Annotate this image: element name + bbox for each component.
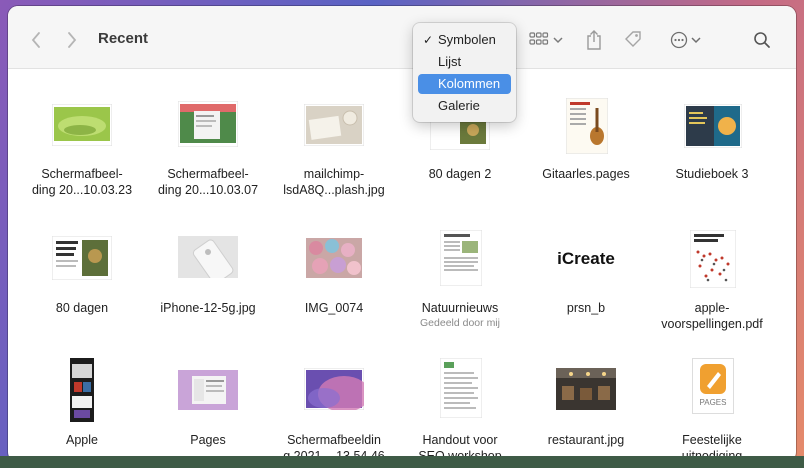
file-name: Schermafbeel-	[41, 167, 123, 181]
screenshot-thumbnail	[52, 104, 112, 146]
grid-view-icon	[529, 32, 549, 45]
chevron-right-icon	[68, 32, 77, 48]
file-item[interactable]: Gitaarles.pages	[524, 68, 648, 198]
file-name: Handout voor	[422, 433, 498, 447]
file-item[interactable]: Pages	[146, 332, 270, 462]
share-button[interactable]	[584, 28, 604, 52]
menu-item-lijst[interactable]: Lijst	[418, 52, 511, 72]
image-thumbnail	[306, 238, 362, 278]
image-thumbnail	[304, 104, 364, 146]
file-item[interactable]: restaurant.jpg	[524, 332, 648, 462]
file-name-line2: lsdA8Q...plash.jpg	[283, 183, 385, 197]
file-item[interactable]: Schermafbeeldin g 2021-...13.54.46	[272, 332, 396, 462]
file-item[interactable]: Handout voor SEO workshop	[398, 332, 522, 462]
chevron-down-icon	[690, 37, 701, 44]
document-thumbnail	[440, 230, 482, 286]
pen-icon	[707, 372, 721, 389]
ellipsis-circle-icon	[670, 31, 687, 49]
file-type-label: PAGES	[699, 398, 727, 407]
search-icon	[754, 32, 770, 48]
file-name: mailchimp-	[303, 167, 365, 181]
file-name: restaurant.jpg	[547, 433, 625, 447]
file-item[interactable]: IMG_0074	[272, 200, 396, 330]
file-grid: Schermafbeel- ding 20...10.03.23 Scherma…	[8, 68, 796, 462]
chevron-left-icon	[31, 32, 40, 48]
window-title: Recent	[98, 30, 149, 47]
menu-item-symbolen[interactable]: ✓ Symbolen	[418, 30, 511, 50]
menu-item-label: Kolommen	[438, 76, 501, 91]
file-item[interactable]: Apple	[20, 332, 144, 462]
menu-item-galerie[interactable]: Galerie	[418, 96, 511, 116]
file-item[interactable]: Schermafbeel- ding 20...10.03.07	[146, 68, 270, 198]
menu-item-kolommen[interactable]: Kolommen	[418, 74, 511, 94]
search-button[interactable]	[752, 30, 772, 50]
menu-item-label: Lijst	[438, 54, 462, 69]
file-name: Schermafbeeldin	[287, 433, 381, 447]
file-item[interactable]: iPhone-12-5g.jpg	[146, 200, 270, 330]
view-options-menu: ✓ Symbolen Lijst Kolommen Galerie	[413, 23, 516, 122]
finder-window: Recent Schermafbeel- ding 20...10.03.23 …	[8, 6, 796, 462]
file-item[interactable]: Studieboek 3	[650, 68, 774, 198]
file-name: prsn_b	[566, 301, 606, 315]
file-name: apple-	[694, 301, 730, 315]
file-name: Apple	[66, 433, 98, 447]
tag-button[interactable]	[622, 28, 644, 50]
back-button[interactable]	[28, 30, 44, 50]
screenshot-thumbnail	[178, 370, 238, 410]
checkmark-icon: ✓	[423, 33, 434, 47]
file-name: Studieboek 3	[675, 167, 749, 181]
file-item[interactable]: 80 dagen	[20, 200, 144, 330]
book-thumbnail	[684, 104, 742, 148]
file-name: Feestelijke	[682, 433, 742, 447]
document-thumbnail	[440, 358, 482, 418]
desktop-background-strip	[0, 456, 804, 468]
toolbar: Recent	[8, 6, 796, 69]
screenshot-thumbnail	[304, 368, 364, 410]
file-name: 80 dagen	[55, 301, 109, 315]
pages-document-thumbnail: PAGES	[692, 358, 734, 414]
file-item[interactable]: apple- voorspellingen.pdf	[650, 200, 774, 331]
image-thumbnail	[70, 358, 94, 422]
pdf-thumbnail	[690, 230, 736, 288]
icreate-thumbnail: iCreate	[554, 246, 618, 272]
image-thumbnail	[178, 236, 238, 278]
chevron-down-icon	[553, 37, 563, 44]
image-thumbnail	[556, 368, 616, 410]
file-name: Gitaarles.pages	[542, 167, 630, 181]
file-item[interactable]: PAGES Feestelijke uitnodiging	[650, 332, 774, 462]
file-name: Schermafbeel-	[167, 167, 249, 181]
file-name: Pages	[190, 433, 226, 447]
menu-item-label: Symbolen	[438, 32, 496, 47]
forward-button[interactable]	[64, 30, 80, 50]
pages-app-icon	[700, 364, 726, 394]
file-name: IMG_0074	[304, 301, 364, 315]
more-actions-button[interactable]	[666, 30, 704, 50]
pages-document-thumbnail	[566, 98, 608, 154]
screenshot-thumbnail	[178, 101, 238, 147]
share-icon	[587, 30, 601, 50]
view-mode-button[interactable]	[526, 30, 566, 50]
file-sharing-status: Gedeeld door mij	[420, 317, 500, 329]
file-item[interactable]: iCreate prsn_b	[524, 200, 648, 330]
file-name: Natuurnieuws	[421, 301, 499, 315]
file-item[interactable]: Schermafbeel- ding 20...10.03.23	[20, 68, 144, 198]
document-thumbnail	[52, 236, 112, 280]
tag-icon	[625, 31, 641, 47]
file-name-line2: ding 20...10.03.07	[157, 183, 259, 197]
menu-item-label: Galerie	[438, 98, 480, 113]
file-name-line2: ding 20...10.03.23	[31, 183, 133, 197]
file-item[interactable]: mailchimp- lsdA8Q...plash.jpg	[272, 68, 396, 198]
file-name: 80 dagen 2	[428, 167, 492, 181]
file-item[interactable]: Natuurnieuws Gedeeld door mij	[398, 200, 522, 330]
file-name: iPhone-12-5g.jpg	[160, 301, 256, 315]
file-name-line2: voorspellingen.pdf	[661, 317, 763, 331]
